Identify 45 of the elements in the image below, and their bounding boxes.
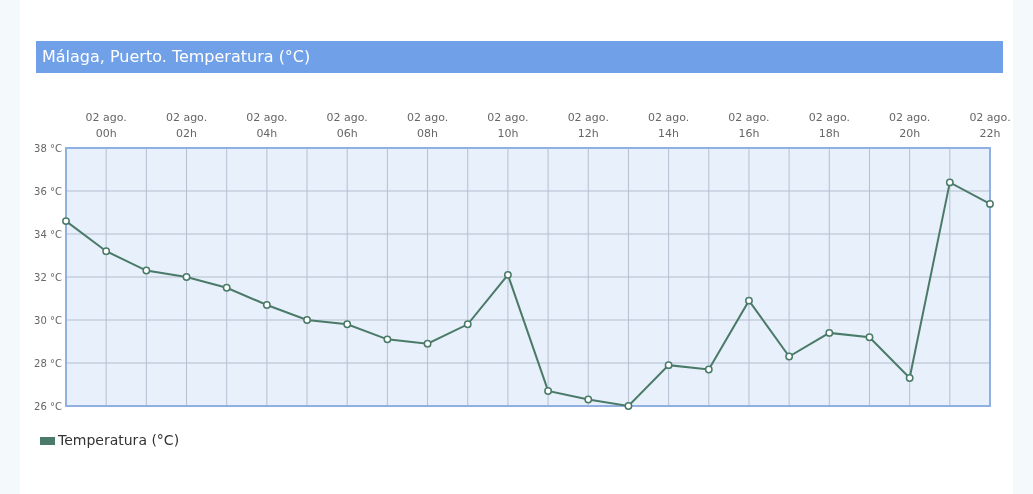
- point: [463, 320, 472, 329]
- x-axis-label: 02 ago. 08h: [406, 111, 449, 140]
- point: [544, 387, 553, 395]
- y-axis-label: 30 °C: [34, 315, 62, 326]
- x-axis-label: 02 ago. 00h: [85, 111, 127, 140]
- x-axis-label: 02 ago. 12h: [567, 111, 609, 140]
- x-axis-label: 02 ago. 14h: [648, 111, 690, 140]
- point: [584, 395, 593, 404]
- point: [142, 266, 151, 275]
- point: [704, 365, 713, 374]
- x-axis-label: 02 ago. 02h: [165, 111, 208, 140]
- point: [905, 374, 914, 382]
- point: [503, 270, 512, 279]
- point: [383, 335, 392, 344]
- x-axis-label: 02 ago. 10h: [487, 111, 529, 140]
- y-axis-label: 38 °C: [34, 143, 62, 154]
- x-axis-label: 02 ago. 16h: [728, 111, 770, 140]
- x-axis-label: 02 ago. 22h: [969, 111, 1011, 140]
- y-axis-label: 32 °C: [34, 272, 62, 283]
- point: [664, 361, 673, 370]
- point: [785, 352, 794, 361]
- point: [262, 301, 271, 309]
- point: [62, 217, 70, 226]
- x-axis-label: 02 ago. 06h: [326, 111, 368, 140]
- point: [745, 296, 753, 305]
- y-axis-label: 26 °C: [34, 401, 62, 412]
- x-axis-label: 02 ago. 18h: [808, 111, 850, 140]
- y-axis-label: 34 °C: [34, 229, 62, 240]
- y-axis-label: 36 °C: [34, 186, 62, 197]
- point: [865, 333, 874, 342]
- point: [825, 328, 834, 337]
- point: [343, 320, 352, 329]
- point: [303, 316, 311, 324]
- point: [182, 273, 191, 281]
- point: [986, 199, 994, 208]
- x-axis-label: 02 ago. 20h: [889, 111, 931, 140]
- x-axis-label: 02 ago. 04h: [246, 111, 288, 140]
- chart-title: Málaga, Puerto. Temperatura (°C): [42, 46, 311, 68]
- point: [423, 339, 432, 348]
- point: [222, 283, 231, 292]
- legend-label[interactable]: Temperatura (°C): [58, 430, 180, 451]
- point: [624, 402, 633, 410]
- y-axis-label: 28 °C: [34, 358, 62, 369]
- point: [102, 247, 111, 256]
- point: [945, 178, 954, 187]
